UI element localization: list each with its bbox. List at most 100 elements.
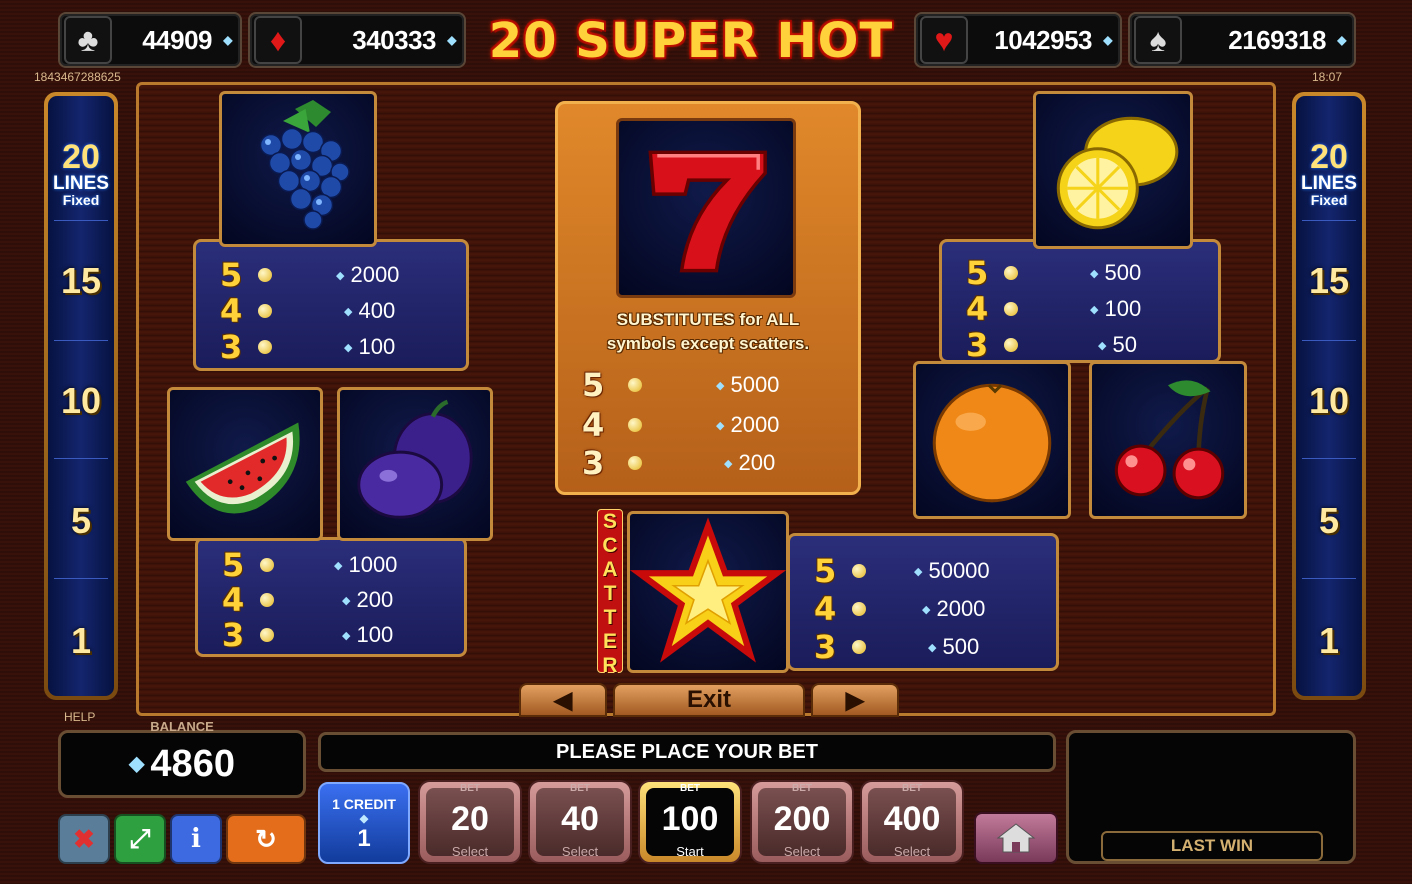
gem-icon: ◆	[129, 752, 145, 775]
paytable-lemon: 5 500 4 100 3 50	[939, 239, 1221, 364]
pay-count: 3	[582, 444, 605, 482]
gem-icon: ◆	[359, 813, 369, 825]
lines-word: LINES	[1301, 173, 1357, 194]
jackpot-clubs: ♣ 44909	[58, 12, 242, 68]
bet-200-button[interactable]: BET 200 Select	[750, 780, 854, 864]
pay-count: 3	[966, 326, 989, 364]
jackpot-diamonds: ♦ 340333	[248, 12, 466, 68]
bet-40-button[interactable]: BET 40 Select	[528, 780, 632, 864]
jackpot-spades: ♠ 2169318	[1128, 12, 1356, 68]
prev-page-button[interactable]: ◀	[519, 683, 607, 717]
paytable-melon-plum: 5 1000 4 200 3 100	[195, 537, 467, 657]
pay-count: 4	[222, 581, 245, 619]
pay-value: 100	[342, 622, 393, 648]
pay-value: 200	[342, 587, 393, 613]
star-icon	[627, 511, 789, 673]
pay-count: 4	[814, 590, 837, 628]
arrow-right-icon: ▶	[845, 686, 865, 714]
line-marker-15: 15	[60, 260, 102, 301]
jackpot-diamonds-value: 340333	[302, 25, 464, 56]
bet-value: 100	[661, 800, 719, 838]
lines-total: 20	[62, 138, 100, 176]
autoplay-button[interactable]: ↻	[226, 814, 306, 864]
info-button[interactable]: i	[170, 814, 222, 864]
bet-label: BET	[460, 783, 480, 794]
pay-value: 100	[344, 334, 395, 360]
paytable-panel: 5 2000 4 400 3 100 5 1000 4 200 3 100	[136, 82, 1276, 717]
line-marker-10: 10	[60, 380, 102, 421]
jackpot-spades-value: 2169318	[1182, 25, 1354, 56]
sound-off-icon: ✖	[73, 823, 95, 854]
left-line-indicator: 20 LINES Fixed 15 10 5 1	[44, 92, 118, 700]
bet-sub: Select	[451, 844, 489, 859]
pay-value: 200	[724, 450, 775, 476]
bet-value: 200	[773, 800, 831, 838]
seven-text-line2: symbols except scatters.	[606, 334, 810, 353]
session-id: 1843467288625	[34, 70, 121, 84]
pay-value: 5000	[716, 372, 779, 398]
bet-label: BET	[680, 783, 700, 794]
pay-count: 5	[220, 256, 243, 294]
bet-value: 20	[451, 800, 489, 838]
pay-count: 3	[222, 616, 245, 654]
sound-toggle-button[interactable]: ✖	[58, 814, 110, 864]
pay-value: 500	[928, 634, 979, 660]
bet-100-start-button[interactable]: BET 100 Start	[638, 780, 742, 864]
last-win-label: LAST WIN	[1101, 831, 1323, 861]
pay-count: 5	[222, 546, 245, 584]
pay-value: 50	[1098, 332, 1136, 358]
exit-button[interactable]: Exit	[613, 683, 805, 717]
pay-value: 1000	[334, 552, 397, 578]
next-page-button[interactable]: ▶	[811, 683, 899, 717]
line-marker-5: 5	[1318, 500, 1340, 541]
bet-20-button[interactable]: BET 20 Select	[418, 780, 522, 864]
balance-value: 4860	[150, 742, 235, 785]
grapes-icon	[219, 91, 377, 247]
balance-box: BALANCE ◆ 4860	[58, 719, 306, 798]
paytable-grapes: 5 2000 4 400 3 100	[193, 239, 469, 371]
pay-count: 3	[220, 328, 243, 366]
bet-sub: Start	[676, 844, 704, 859]
bet-sub: Select	[561, 844, 599, 859]
lines-mode: Fixed	[1310, 192, 1348, 208]
home-button[interactable]	[974, 812, 1058, 864]
pay-value: 100	[1090, 296, 1141, 322]
home-icon	[996, 823, 1036, 853]
pay-value: 500	[1090, 260, 1141, 286]
pay-value: 2000	[336, 262, 399, 288]
line-marker-5: 5	[70, 500, 92, 541]
watermelon-icon	[167, 387, 323, 541]
autoplay-icon: ↻	[255, 823, 277, 854]
paytable-star: 5 50000 4 2000 3 500	[787, 533, 1059, 671]
credit-label: 1 CREDIT	[332, 796, 396, 812]
pay-count: 3	[814, 628, 837, 666]
arrow-left-icon: ◀	[553, 686, 573, 714]
fullscreen-icon: ⤢	[129, 823, 151, 853]
lines-total: 20	[1310, 138, 1348, 176]
credit-button[interactable]: 1 CREDIT ◆ 1	[318, 782, 410, 864]
pay-count: 4	[582, 406, 605, 444]
lemon-icon	[1033, 91, 1193, 249]
right-line-indicator: 20 LINES Fixed 15 10 5 1	[1292, 92, 1366, 700]
bet-400-button[interactable]: BET 400 Select	[860, 780, 964, 864]
message-text: PLEASE PLACE YOUR BET	[556, 740, 818, 763]
pay-count: 5	[966, 254, 989, 292]
jackpot-hearts: ♥ 1042953	[914, 12, 1122, 68]
club-icon: ♣	[64, 16, 112, 64]
fullscreen-button[interactable]: ⤢	[114, 814, 166, 864]
seven-icon	[616, 118, 796, 298]
bet-label: BET	[570, 783, 590, 794]
pay-value: 2000	[716, 412, 779, 438]
pay-count: 5	[814, 552, 837, 590]
line-marker-15: 15	[1308, 260, 1350, 301]
line-marker-1: 1	[1318, 620, 1340, 661]
pay-value: 2000	[922, 596, 985, 622]
info-icon: i	[191, 824, 201, 854]
pay-count: 4	[966, 290, 989, 328]
lines-word: LINES	[53, 173, 109, 194]
jackpot-hearts-value: 1042953	[968, 25, 1120, 56]
pay-count: 4	[220, 292, 243, 330]
line-marker-10: 10	[1308, 380, 1350, 421]
message-bar: PLEASE PLACE YOUR BET	[318, 732, 1056, 772]
seven-text-line1: SUBSTITUTES for ALL	[616, 310, 800, 329]
